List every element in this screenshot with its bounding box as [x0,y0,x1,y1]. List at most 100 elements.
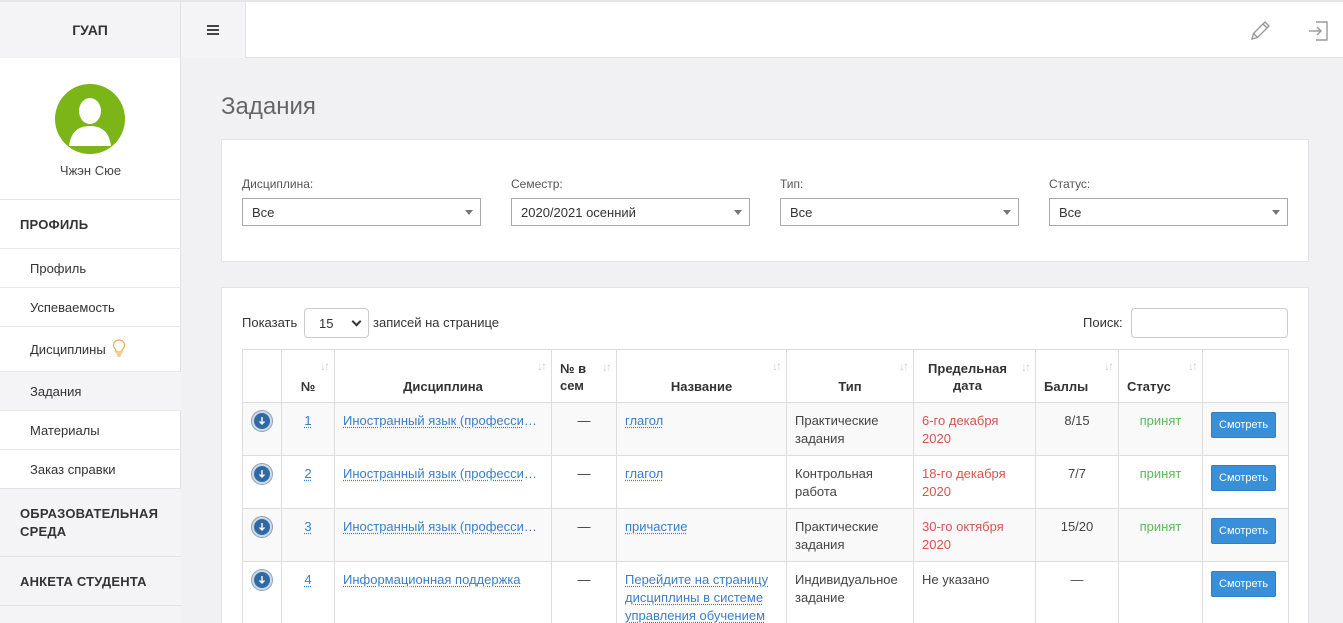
discipline-link[interactable]: Иностранный язык (профессиональный) [343,465,543,483]
status-value: принят [1139,519,1182,534]
filter-type-label: Тип: [780,177,804,191]
discipline-link[interactable]: Информационная поддержка [343,571,543,589]
column-header-label: Баллы [1044,379,1089,394]
page-title: Задания [221,93,316,120]
view-button[interactable]: Смотреть [1211,412,1277,438]
sort-icon: ↓↑ [1021,360,1031,374]
task-number-link[interactable]: 2 [304,466,311,481]
column-header-label: № в сем [560,361,587,393]
logout-icon [1309,21,1328,41]
show-label: Показать [242,315,298,330]
column-header-deadline[interactable]: ↓↑ Предельная дата [913,349,1036,403]
search-input[interactable] [1131,308,1288,338]
chevron-down-icon [351,316,362,327]
sidebar-item-profile[interactable]: Профиль [0,248,181,287]
sort-icon: ↓↑ [1188,359,1198,373]
column-header-label: Предельная дата [928,361,1007,393]
deadline-value: 18-го декабря 2020 [922,466,1006,499]
sidebar-section-profile[interactable]: ПРОФИЛЬ [0,199,181,248]
column-header-label: Дисциплина [403,379,483,394]
task-name-link[interactable]: причастие [625,519,687,534]
task-number-link[interactable]: 1 [304,413,311,428]
view-button[interactable]: Смотреть [1211,465,1277,491]
lightbulb-icon [112,339,125,357]
sort-icon: ↓↑ [899,359,909,373]
sidebar-item-tasks[interactable]: Задания [0,371,181,410]
filters-panel: Дисциплина: Все Семестр: 2020/2021 осенн… [221,139,1309,262]
filter-discipline-value: Все [252,204,275,220]
caret-down-icon [1003,210,1011,215]
discipline-link[interactable]: Иностранный язык (профессиональный) [343,412,543,430]
column-header-view [1202,349,1289,403]
download-icon[interactable] [252,517,272,537]
logout-button[interactable] [1303,16,1333,46]
filter-status-value: Все [1059,204,1082,220]
avatar[interactable] [55,84,125,154]
score-value: — [1070,572,1084,587]
task-name-link[interactable]: глагол [625,413,663,428]
view-button[interactable]: Смотреть [1211,518,1277,544]
filter-status-label: Статус: [1049,177,1091,191]
column-header-label: Название [670,379,733,394]
filter-type-value: Все [790,204,813,220]
score-value: 15/20 [1060,519,1094,534]
column-header-number[interactable]: ↓↑ № [281,349,335,403]
table-header-row: ↓↑ № ↓↑ Дисциплина ↓↑ № в сем ↓↑ Название ↓↑… [242,349,1289,403]
sort-icon: ↓↑ [772,359,782,373]
caret-down-icon [1272,210,1280,215]
sidebar-item-label: Материалы [30,422,100,438]
filter-semester-select[interactable]: 2020/2021 осенний [511,198,750,226]
table-row: 3 Иностранный язык (профессиональный) — … [242,508,1289,562]
column-header-name[interactable]: ↓↑ Название [616,349,787,403]
column-header-action [242,349,282,403]
task-number-link[interactable]: 4 [304,572,311,587]
score-value: 8/15 [1064,413,1090,428]
discipline-link[interactable]: Иностранный язык (профессиональный) [343,518,543,536]
filter-discipline-select[interactable]: Все [242,198,481,226]
download-icon[interactable] [252,411,272,431]
sidebar-item-performance[interactable]: Успеваемость [0,287,181,326]
tasks-table: ↓↑ № ↓↑ Дисциплина ↓↑ № в сем ↓↑ Название ↓↑… [242,349,1289,623]
edit-button[interactable] [1245,16,1275,46]
sidebar-item-materials[interactable]: Материалы [0,410,181,449]
pencil-icon [1251,21,1270,40]
top-bar: ГУАП [0,0,1343,58]
task-number-link[interactable]: 3 [304,519,311,534]
sidebar-item-certificate-order[interactable]: Заказ справки [0,449,181,488]
column-header-status[interactable]: ↓↑ Статус [1118,349,1203,403]
column-header-score[interactable]: ↓↑ Баллы [1035,349,1119,403]
brand-logo[interactable]: ГУАП [0,2,181,58]
sidebar-item-disciplines[interactable]: Дисциплины [0,326,181,371]
filter-status-select[interactable]: Все [1049,198,1288,226]
column-header-label: Тип [838,379,862,394]
download-icon[interactable] [252,464,272,484]
sidebar-section-education-env[interactable]: ОБРАЗОВАТЕЛЬНАЯ СРЕДА [0,488,181,556]
sort-icon: ↓↑ [537,359,547,373]
table-row: 2 Иностранный язык (профессиональный) — … [242,455,1289,509]
column-header-discipline[interactable]: ↓↑ Дисциплина [334,349,552,403]
user-silhouette-icon [69,98,111,146]
score-value: 7/7 [1067,466,1087,481]
column-header-label: № [300,379,316,394]
task-name-link[interactable]: Перейдите на страницу дисциплины в систе… [625,572,768,623]
view-button[interactable]: Смотреть [1211,571,1277,597]
menu-toggle-button[interactable] [181,2,246,58]
task-name-link[interactable]: глагол [625,466,663,481]
column-header-type[interactable]: ↓↑ Тип [786,349,914,403]
page-size-select[interactable]: 15 [304,308,369,338]
filter-discipline-label: Дисциплина: [242,177,314,191]
sem-number-value: — [577,519,591,534]
sidebar-item-label: Задания [30,383,82,399]
table-row: 4 Информационная поддержка — Перейдите н… [242,561,1289,623]
download-icon[interactable] [252,570,272,590]
column-header-sem-number[interactable]: ↓↑ № в сем [551,349,617,403]
status-value: принят [1139,466,1182,481]
sort-icon: ↓↑ [602,360,612,374]
filter-semester-value: 2020/2021 осенний [521,204,636,220]
caret-down-icon [734,210,742,215]
page-size-value: 15 [319,315,334,331]
table-row: 1 Иностранный язык (профессиональный) — … [242,402,1289,456]
filter-type-select[interactable]: Все [780,198,1019,226]
sidebar-item-label: Профиль [30,260,87,276]
sidebar-section-student-survey[interactable]: АНКЕТА СТУДЕНТА [0,556,181,605]
